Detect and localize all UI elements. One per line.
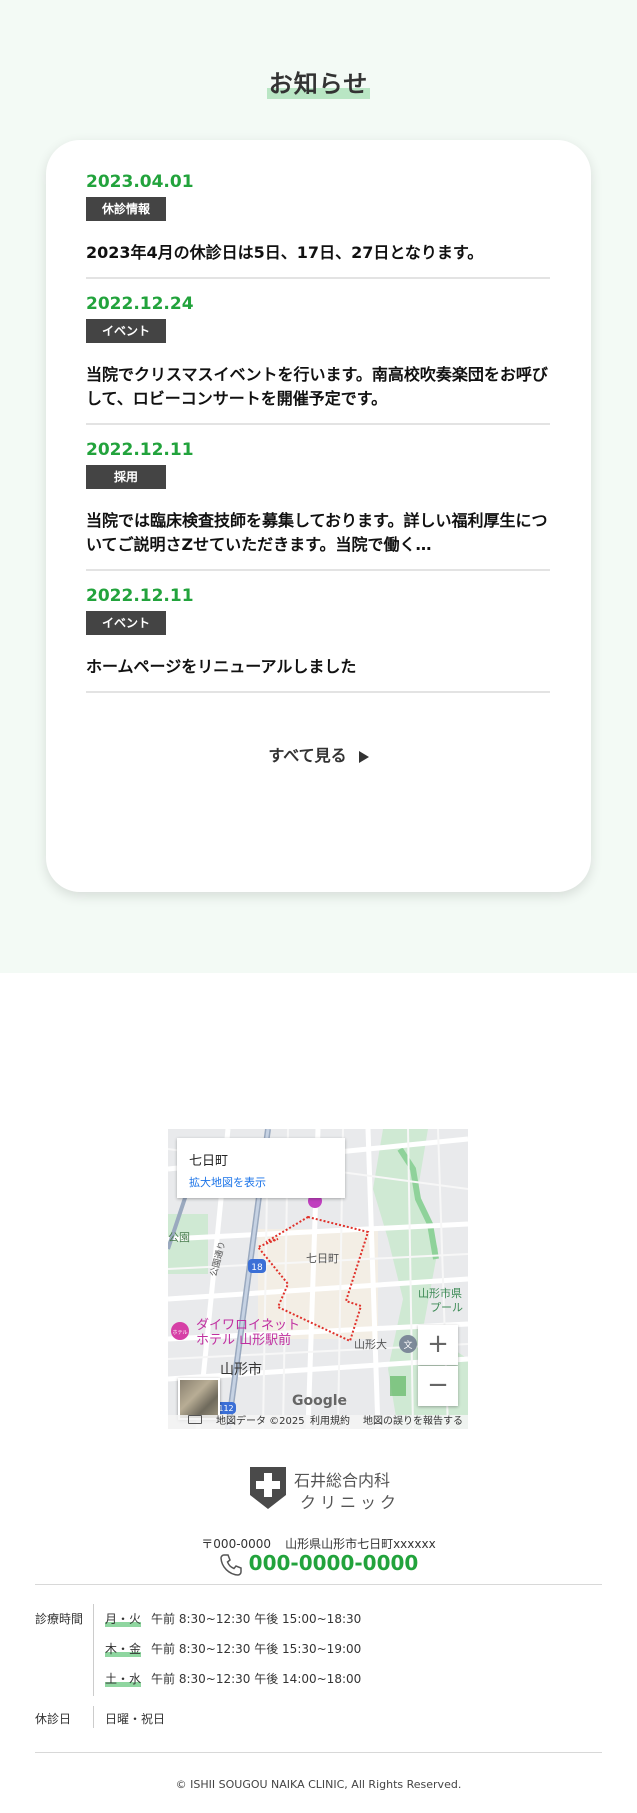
hours-time: 午前 8:30~12:30 午後 15:30~19:00	[151, 1642, 362, 1656]
news-date: 2023.04.01	[86, 172, 194, 192]
phone-icon	[219, 1553, 242, 1576]
closed-days: 日曜・祝日	[105, 1712, 166, 1726]
see-all-link[interactable]: すべて見る	[46, 742, 591, 766]
google-logo: Google	[292, 1393, 348, 1409]
map-label-park: 公園	[168, 1231, 190, 1244]
map-label-city: 山形市	[220, 1361, 262, 1378]
view-larger-map-link[interactable]: 拡大地図を表示	[189, 1174, 266, 1190]
news-headline[interactable]: 2023年4月の休診日は5日、17日、27日となります。	[86, 241, 550, 265]
hotel-pin-glyph: ホテル	[172, 1330, 187, 1336]
hours-label: 診療時間	[35, 1612, 84, 1626]
news-section: お知らせ 2023.04.01 休診情報 2023年4月の休診日は5日、17日、…	[0, 0, 637, 973]
map-info-card: 七日町 拡大地図を表示	[177, 1138, 345, 1198]
news-date: 2022.12.24	[86, 294, 194, 314]
route-number-2: 112	[218, 1404, 233, 1413]
news-item[interactable]: 2022.12.24 イベント 当院でクリスマスイベントを行います。南高校吹奏楽…	[86, 294, 550, 425]
play-arrow-icon	[358, 750, 369, 763]
see-all-label: すべて見る	[268, 746, 347, 765]
map-data-credit: 地図データ ©2025	[216, 1416, 305, 1427]
news-headline[interactable]: ホームページをリニューアルしました	[86, 655, 550, 679]
satellite-toggle[interactable]	[178, 1378, 220, 1420]
hours-row: 土・水 午前 8:30~12:30 午後 14:00~18:00	[105, 1670, 361, 1687]
postal-code: 〒000-0000	[201, 1537, 272, 1551]
footer-divider	[35, 1584, 602, 1585]
hours-time: 午前 8:30~12:30 午後 14:00~18:00	[151, 1672, 362, 1686]
address-text: 山形県山形市七日町xxxxxx	[285, 1537, 436, 1551]
route-number: 18	[251, 1263, 263, 1273]
news-heading-text: お知らせ	[266, 64, 371, 99]
report-error-link[interactable]: 地図の誤りを報告する	[363, 1415, 463, 1429]
hours-days: 土・水	[105, 1670, 142, 1687]
hours-divider	[93, 1604, 94, 1696]
news-heading: お知らせ	[0, 64, 637, 99]
news-category-tag: イベント	[86, 319, 166, 343]
news-category-tag: イベント	[86, 611, 166, 635]
closed-label: 休診日	[35, 1712, 72, 1726]
news-date: 2022.12.11	[86, 586, 194, 606]
map-place-name: 七日町	[189, 1154, 229, 1169]
embedded-map[interactable]: 18 112 七日町 公園 公園通り ホテル ダイワロイネット ホテル 山形駅前…	[168, 1129, 468, 1429]
clinic-address: 〒000-0000 山形県山形市七日町xxxxxx	[0, 1535, 637, 1552]
news-list: 2023.04.01 休診情報 2023年4月の休診日は5日、17日、27日とな…	[86, 172, 550, 708]
clinic-name-line1: 石井総合内科	[294, 1471, 391, 1490]
clinic-name-line2: クリニック	[300, 1493, 401, 1512]
phone-link[interactable]: 000-0000-0000	[0, 1551, 637, 1577]
copyright: © ISHII SOUGOU NAIKA CLINIC, All Rights …	[175, 1778, 462, 1791]
closed-divider	[93, 1706, 94, 1728]
map-label-pool-line2: プール	[430, 1301, 463, 1314]
news-headline[interactable]: 当院では臨床検査技師を募集しております。詳しい福利厚生についてご説明さZせていた…	[86, 509, 550, 557]
news-card: 2023.04.01 休診情報 2023年4月の休診日は5日、17日、27日とな…	[46, 140, 591, 892]
map-attribution-bar: 地図データ ©2025 利用規約 地図の誤りを報告する	[168, 1415, 468, 1429]
hours-row: 木・金 午前 8:30~12:30 午後 15:30~19:00	[105, 1640, 361, 1657]
terms-link[interactable]: 利用規約	[310, 1415, 350, 1429]
clinic-logo[interactable]: 石井総合内科 クリニック	[250, 1467, 410, 1512]
map-label-nanokamachi: 七日町	[306, 1252, 339, 1265]
map-label-hotel-line2: ホテル 山形駅前	[196, 1332, 291, 1348]
news-headline[interactable]: 当院でクリスマスイベントを行います。南高校吹奏楽団をお呼びして、ロビーコンサート…	[86, 363, 550, 411]
zoom-out-button[interactable]: −	[418, 1366, 458, 1406]
keyboard-icon[interactable]	[188, 1415, 202, 1424]
footer-divider	[35, 1752, 602, 1753]
map-label-pool: 山形市県	[418, 1286, 462, 1300]
hours-days: 月・火	[105, 1610, 142, 1627]
news-item[interactable]: 2022.12.11 採用 当院では臨床検査技師を募集しております。詳しい福利厚…	[86, 440, 550, 571]
news-category-tag: 休診情報	[86, 197, 166, 221]
school-pin-glyph: 文	[403, 1339, 412, 1351]
news-item[interactable]: 2023.04.01 休診情報 2023年4月の休診日は5日、17日、27日とな…	[86, 172, 550, 279]
hours-row: 月・火 午前 8:30~12:30 午後 15:00~18:30	[105, 1610, 361, 1627]
hours-days: 木・金	[105, 1640, 142, 1657]
map-label-yamagata-dai: 山形大	[354, 1337, 387, 1351]
news-date: 2022.12.11	[86, 440, 194, 460]
phone-number: 000-0000-0000	[248, 1551, 419, 1575]
hours-time: 午前 8:30~12:30 午後 15:00~18:30	[151, 1612, 362, 1626]
zoom-in-button[interactable]: +	[418, 1325, 458, 1365]
news-category-tag: 採用	[86, 465, 166, 489]
map-label-hotel: ダイワロイネット	[196, 1318, 300, 1333]
news-item[interactable]: 2022.12.11 イベント ホームページをリニューアルしました	[86, 586, 550, 693]
medical-cross-shield-icon	[250, 1467, 286, 1509]
